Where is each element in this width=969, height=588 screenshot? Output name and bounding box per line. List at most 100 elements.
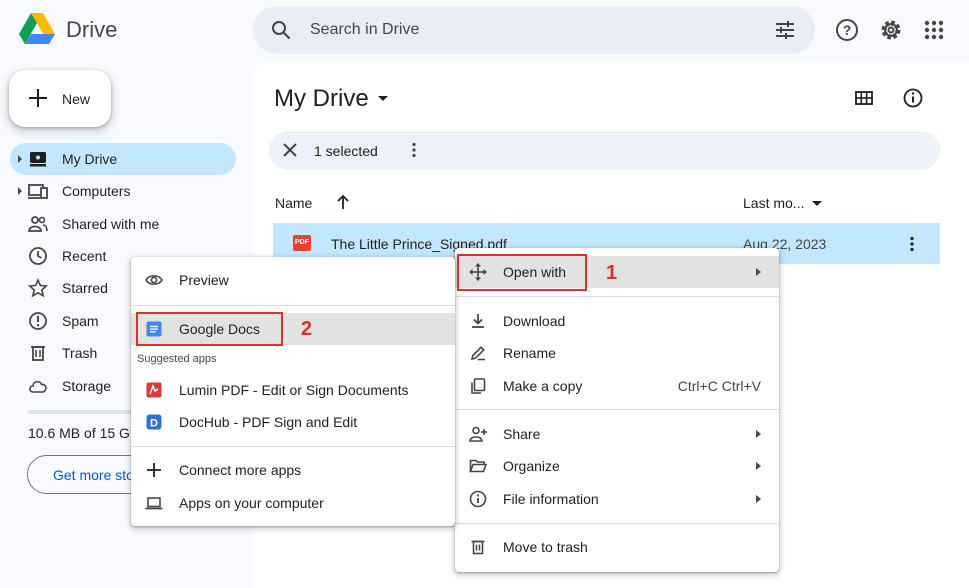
menu-item-label: DocHub - PDF Sign and Edit [179,414,358,430]
submenu-arrow-icon [756,430,761,438]
menu-item-label: Apps on your computer [179,495,324,511]
column-header-last-modified[interactable]: Last mo... [743,195,804,211]
grid-view-icon[interactable] [853,88,875,108]
menu-item-share[interactable]: Share [455,418,779,450]
search-icon [272,21,291,40]
menu-item-connect-more-apps[interactable]: Connect more apps [131,454,455,486]
trash-icon [471,540,485,555]
selection-bar: 1 selected [269,131,940,170]
annotation-box-google-docs [136,312,283,346]
close-icon[interactable] [281,141,299,159]
info-icon[interactable] [902,87,924,109]
spam-icon [29,312,47,330]
settings-icon[interactable] [879,18,903,42]
menu-divider [131,305,455,306]
dochub-icon: D [146,414,162,430]
submenu-arrow-icon [756,495,761,503]
sidebar-item-label: Shared with me [62,216,160,232]
new-button-label: New [62,91,91,107]
person-add-icon [469,426,487,442]
menu-item-label: Organize [503,458,560,474]
help-icon[interactable]: ? [835,18,859,42]
copy-icon [471,378,486,394]
shared-icon [28,216,48,232]
menu-item-apps-on-computer[interactable]: Apps on your computer [131,487,455,519]
menu-item-make-copy[interactable]: Make a copy Ctrl+C Ctrl+V [455,370,779,402]
apps-grid-icon[interactable] [922,18,946,42]
more-vert-icon[interactable] [903,235,921,253]
menu-item-label: Share [503,426,541,442]
file-context-menu: Open with Download Rename Make a copy Ct… [455,248,779,572]
sidebar-item-label: Spam [62,313,99,329]
expand-caret-icon[interactable] [18,187,22,195]
star-icon [28,278,48,298]
menu-item-download[interactable]: Download [455,305,779,337]
pdf-file-icon: PDF [293,235,311,251]
clock-icon [29,247,47,265]
menu-item-rename[interactable]: Rename [455,337,779,369]
sidebar-item-label: Trash [62,345,98,361]
menu-item-label: Lumin PDF - Edit or Sign Documents [179,382,409,398]
pencil-icon [470,346,485,361]
menu-item-label: Preview [179,272,229,288]
search-filter-icon[interactable] [773,18,797,42]
submenu-arrow-icon [756,268,761,276]
menu-item-label: Connect more apps [179,462,302,478]
drive-logo-icon [19,13,55,44]
menu-item-label: Rename [503,345,556,361]
sidebar-item-label: My Drive [62,151,118,167]
menu-divider [131,446,455,447]
expand-caret-icon[interactable] [18,155,22,163]
computers-icon [28,184,48,199]
info-icon [469,490,487,508]
menu-item-dochub[interactable]: D DocHub - PDF Sign and Edit [131,406,455,438]
menu-item-organize[interactable]: Organize [455,450,779,482]
title-dropdown-icon[interactable] [378,96,388,101]
menu-item-label: Make a copy [503,378,583,394]
svg-text:?: ? [843,22,852,38]
download-icon [472,314,484,328]
menu-divider [455,409,779,410]
plus-icon [147,463,161,477]
sidebar-item-my-drive[interactable]: My Drive [10,143,236,175]
menu-divider [455,523,779,524]
column-header-name[interactable]: Name [275,195,312,211]
menu-item-preview[interactable]: Preview [131,264,455,296]
plus-icon [29,89,47,107]
app-brand: Drive [66,17,118,42]
lumin-pdf-icon [146,382,162,398]
search-input[interactable]: Search in Drive [310,21,419,39]
menu-item-lumin-pdf[interactable]: Lumin PDF - Edit or Sign Documents [131,374,455,406]
sidebar-item-label: Storage [62,378,112,394]
sort-dropdown-icon[interactable] [812,201,822,206]
menu-item-shortcut: Ctrl+C Ctrl+V [677,378,761,394]
sort-arrow-up-icon[interactable] [335,194,351,210]
annotation-step-2: 2 [301,318,313,340]
menu-item-label: Move to trash [503,539,588,555]
folder-open-icon [469,459,487,473]
page-title[interactable]: My Drive [274,85,369,113]
menu-item-label: Download [503,313,566,329]
suggested-apps-heading: Suggested apps [137,353,217,365]
laptop-icon [145,497,163,510]
svg-text:D: D [150,418,158,430]
sidebar-item-label: Starred [62,280,108,296]
sidebar-item-shared[interactable]: Shared with me [10,208,236,240]
selection-count: 1 selected [314,143,378,159]
search-bar[interactable]: Search in Drive [253,6,815,54]
new-button[interactable]: New [9,70,111,127]
more-vert-icon[interactable] [405,141,423,159]
sidebar-item-label: Computers [62,183,131,199]
menu-divider [455,296,779,297]
sidebar-item-label: Recent [62,248,107,264]
sidebar-item-computers[interactable]: Computers [10,175,236,207]
trash-icon [31,346,45,361]
menu-item-move-to-trash[interactable]: Move to trash [455,531,779,563]
open-with-submenu: Preview Google Docs Suggested apps Lumin… [131,257,455,526]
my-drive-icon [30,152,46,167]
menu-item-file-information[interactable]: File information [455,483,779,515]
submenu-arrow-icon [756,462,761,470]
annotation-box-open-with [457,254,587,291]
cloud-icon [29,380,47,393]
eye-icon [145,275,163,285]
